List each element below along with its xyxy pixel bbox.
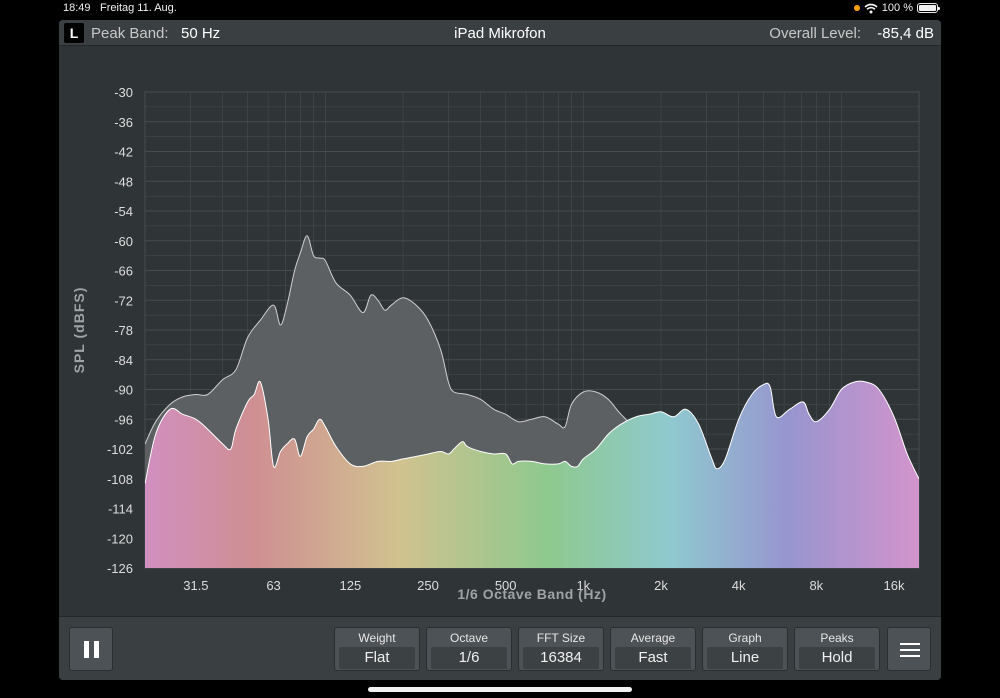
x-tick-label: 125 bbox=[339, 578, 361, 593]
x-tick-label: 4k bbox=[732, 578, 746, 593]
home-indicator[interactable] bbox=[368, 687, 632, 692]
header-bar: L Peak Band: 50 Hz iPad Mikrofon Overall… bbox=[59, 20, 941, 46]
status-time: 18:49 bbox=[63, 2, 91, 14]
graph-label: Graph bbox=[728, 631, 762, 645]
weight-label: Weight bbox=[358, 631, 396, 645]
y-tick-label: -96 bbox=[114, 412, 133, 427]
battery-percent: 100 % bbox=[881, 2, 913, 14]
y-tick-label: -120 bbox=[107, 531, 133, 546]
x-tick-label: 250 bbox=[417, 578, 439, 593]
y-tick-label: -30 bbox=[114, 85, 133, 100]
pause-button[interactable] bbox=[69, 627, 113, 671]
y-tick-label: -108 bbox=[107, 472, 133, 487]
fft-size-value: 16384 bbox=[523, 647, 599, 669]
x-tick-label: 8k bbox=[809, 578, 823, 593]
bottom-toolbar: Weight Flat Octave 1/6 FFT Size 16384 Av… bbox=[59, 616, 941, 680]
menu-button[interactable] bbox=[887, 627, 931, 671]
y-tick-label: -48 bbox=[114, 174, 133, 189]
y-tick-label: -126 bbox=[107, 561, 133, 576]
octave-label: Octave bbox=[449, 631, 488, 645]
mic-in-use-indicator bbox=[853, 5, 860, 11]
y-tick-label: -60 bbox=[114, 234, 133, 249]
x-tick-label: 31.5 bbox=[183, 578, 208, 593]
y-tick-label: -42 bbox=[114, 145, 133, 160]
y-tick-label: -54 bbox=[114, 204, 133, 219]
wifi-icon bbox=[864, 3, 878, 13]
y-axis-label: SPL (dBFS) bbox=[71, 287, 87, 374]
peaks-value: Hold bbox=[799, 647, 875, 669]
weight-control[interactable]: Weight Flat bbox=[334, 627, 420, 671]
x-tick-label: 63 bbox=[266, 578, 280, 593]
weight-value: Flat bbox=[339, 647, 415, 669]
peaks-label: Peaks bbox=[820, 631, 854, 645]
octave-control[interactable]: Octave 1/6 bbox=[426, 627, 512, 671]
spectrum-chart: -30 -36 -42 -48 -54 -60 -66 -72 -78 -84 -90 -96 -102… bbox=[71, 85, 920, 602]
status-bar: 18:49 Freitag 11. Aug. 100 % bbox=[0, 0, 1000, 17]
battery-icon bbox=[917, 3, 940, 13]
y-tick-label: -114 bbox=[108, 502, 133, 517]
octave-value: 1/6 bbox=[431, 647, 507, 669]
fft-size-control[interactable]: FFT Size 16384 bbox=[518, 627, 604, 671]
y-tick-label: -102 bbox=[107, 442, 133, 457]
peaks-control[interactable]: Peaks Hold bbox=[794, 627, 880, 671]
y-tick-label: -36 bbox=[114, 115, 133, 130]
overall-level-value: -85,4 dB bbox=[877, 25, 934, 42]
fft-size-label: FFT Size bbox=[536, 631, 586, 645]
y-tick-label: -90 bbox=[114, 383, 133, 398]
average-control[interactable]: Average Fast bbox=[610, 627, 696, 671]
x-axis-label: 1/6 Octave Band (Hz) bbox=[457, 586, 606, 602]
y-tick-label: -84 bbox=[114, 353, 133, 368]
y-tick-label: -72 bbox=[114, 293, 133, 308]
average-value: Fast bbox=[615, 647, 691, 669]
x-tick-label: 16k bbox=[884, 578, 905, 593]
y-axis-ticks: -30 -36 -42 -48 -54 -60 -66 -72 -78 -84 -90 -96 -102… bbox=[107, 85, 133, 576]
overall-level-label: Overall Level: bbox=[769, 25, 861, 42]
average-label: Average bbox=[630, 631, 676, 645]
status-date: Freitag 11. Aug. bbox=[100, 2, 177, 14]
spectrum-plot-area: -30 -36 -42 -48 -54 -60 -66 -72 -78 -84 -90 -96 -102… bbox=[59, 47, 941, 615]
y-tick-label: -66 bbox=[114, 264, 133, 279]
x-tick-label: 2k bbox=[654, 578, 668, 593]
graph-control[interactable]: Graph Line bbox=[702, 627, 788, 671]
y-tick-label: -78 bbox=[114, 323, 133, 338]
status-right: 100 % bbox=[853, 2, 940, 14]
rta-app: L Peak Band: 50 Hz iPad Mikrofon Overall… bbox=[59, 20, 941, 680]
graph-value: Line bbox=[707, 647, 783, 669]
